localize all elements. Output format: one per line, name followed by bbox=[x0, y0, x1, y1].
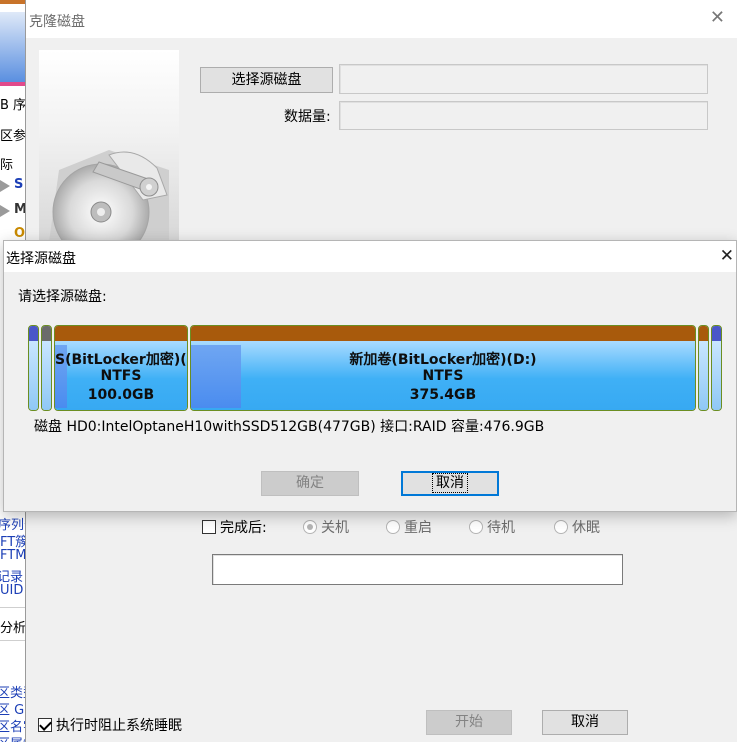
checkbox-checked-icon[interactable] bbox=[38, 718, 52, 732]
tree-arrow-icon bbox=[0, 205, 10, 217]
background-text: UID bbox=[0, 583, 24, 598]
background-text: 区参 bbox=[0, 129, 26, 144]
option-hibernate[interactable]: 休眠 bbox=[554, 517, 600, 537]
prevent-sleep-checkbox[interactable]: 执行时阻止系统睡眠 bbox=[38, 715, 182, 735]
close-icon[interactable]: ✕ bbox=[720, 246, 734, 266]
radio-icon[interactable] bbox=[303, 520, 317, 534]
cancel-button[interactable]: 取消 bbox=[542, 710, 628, 735]
select-prompt: 请选择源磁盘: bbox=[18, 289, 107, 305]
prevent-sleep-label: 执行时阻止系统睡眠 bbox=[56, 718, 182, 734]
partition-cap bbox=[699, 326, 708, 341]
partition-bar[interactable] bbox=[698, 325, 709, 411]
option-standby[interactable]: 待机 bbox=[469, 517, 515, 537]
checkbox-icon[interactable] bbox=[202, 520, 216, 534]
partition-bar[interactable] bbox=[28, 325, 39, 411]
partition-size: 375.4GB bbox=[409, 387, 477, 403]
hard-disk-icon bbox=[49, 150, 169, 261]
partition-cap bbox=[55, 326, 187, 341]
disk-partition-map: S(BitLocker加密)(C NTFS 100.0GB 新加卷(BitLoc… bbox=[28, 325, 722, 412]
option-label: 待机 bbox=[487, 520, 515, 536]
background-accent-bar bbox=[0, 82, 26, 86]
partition-cap bbox=[712, 326, 721, 341]
radio-icon[interactable] bbox=[386, 520, 400, 534]
partition-name: 新加卷(BitLocker加密)(D:) bbox=[349, 352, 537, 368]
background-tree-item[interactable]: O bbox=[14, 226, 25, 241]
radio-icon[interactable] bbox=[554, 520, 568, 534]
option-restart[interactable]: 重启 bbox=[386, 517, 432, 537]
partition-size: 100.0GB bbox=[87, 387, 155, 403]
close-icon[interactable]: ✕ bbox=[710, 9, 725, 27]
background-text: B 序 bbox=[0, 98, 26, 113]
data-amount-field bbox=[339, 101, 708, 130]
disk-info-text: 磁盘 HD0:IntelOptaneH10withSSD512GB(477GB)… bbox=[34, 419, 545, 435]
partition-bar[interactable] bbox=[711, 325, 722, 411]
data-amount-label: 数据量: bbox=[284, 109, 331, 125]
window-title-bar: 克隆磁盘 ✕ bbox=[26, 0, 737, 38]
background-divider bbox=[0, 607, 26, 608]
partition-filesystem: NTFS bbox=[100, 368, 142, 384]
background-text: 分析 bbox=[0, 621, 26, 636]
background-divider bbox=[0, 640, 26, 641]
select-source-disk-dialog: 选择源磁盘 ✕ 请选择源磁盘: S(BitLocker加密)(C NTFS 10… bbox=[3, 240, 737, 512]
background-tree-item[interactable]: S bbox=[14, 177, 23, 192]
progress-status-field bbox=[212, 554, 623, 585]
option-label: 重启 bbox=[404, 520, 432, 536]
background-text: 际 bbox=[0, 158, 14, 173]
source-disk-field bbox=[339, 64, 708, 94]
after-done-checkbox[interactable]: 完成后: bbox=[202, 517, 267, 537]
radio-icon[interactable] bbox=[469, 520, 483, 534]
partition-filesystem: NTFS bbox=[422, 368, 464, 384]
option-label: 休眠 bbox=[572, 520, 600, 536]
dialog-cancel-label: 取消 bbox=[432, 473, 468, 493]
partition-cap bbox=[42, 326, 51, 341]
tree-arrow-icon bbox=[0, 180, 10, 192]
partition-c[interactable]: S(BitLocker加密)(C NTFS 100.0GB bbox=[54, 325, 188, 411]
partition-name: S(BitLocker加密)(C bbox=[55, 352, 188, 368]
dialog-cancel-button[interactable]: 取消 bbox=[401, 471, 499, 496]
hard-disk-illustration bbox=[39, 50, 179, 261]
dialog-title: 选择源磁盘 bbox=[6, 251, 76, 267]
background-text: FTM bbox=[0, 548, 26, 563]
window-title: 克隆磁盘 bbox=[29, 14, 85, 30]
partition-bar[interactable] bbox=[41, 325, 52, 411]
start-button[interactable]: 开始 bbox=[426, 710, 512, 735]
option-label: 关机 bbox=[321, 520, 349, 536]
after-done-label: 完成后: bbox=[220, 520, 267, 536]
select-source-disk-button[interactable]: 选择源磁盘 bbox=[200, 67, 333, 93]
partition-cap bbox=[29, 326, 38, 341]
dialog-title-bar: 选择源磁盘 ✕ bbox=[4, 241, 736, 272]
partition-cap bbox=[191, 326, 695, 341]
background-toolbar bbox=[0, 12, 26, 82]
option-shutdown[interactable]: 关机 bbox=[303, 517, 349, 537]
ok-button[interactable]: 确定 bbox=[261, 471, 359, 496]
partition-d[interactable]: 新加卷(BitLocker加密)(D:) NTFS 375.4GB bbox=[190, 325, 696, 411]
background-title-accent bbox=[0, 0, 26, 4]
background-text: 区属性 bbox=[0, 733, 26, 742]
